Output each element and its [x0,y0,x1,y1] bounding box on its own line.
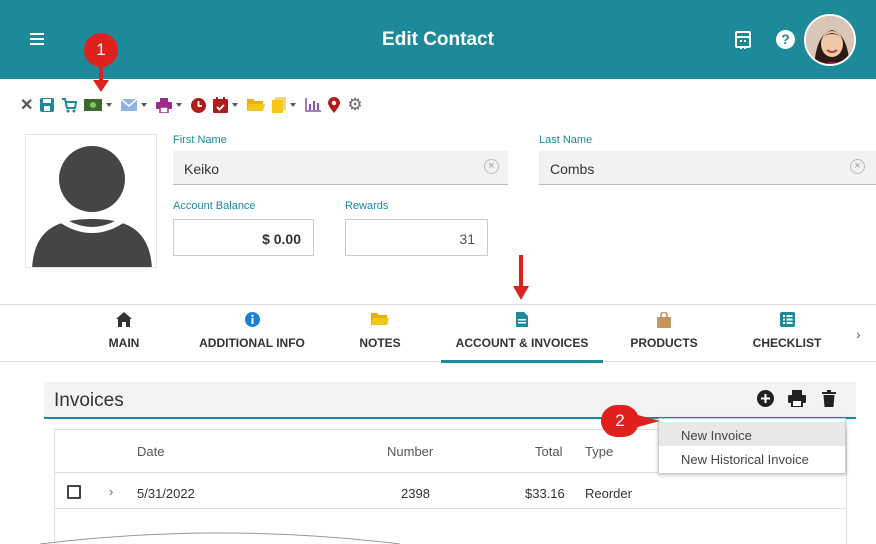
tab-account-invoices[interactable]: ACCOUNT & INVOICES [441,305,603,363]
tab-products[interactable]: PRODUCTS [624,305,704,363]
invoices-title: Invoices [54,390,124,411]
checklist-icon [744,312,830,330]
last-name-label: Last Name [539,134,593,146]
tab-additional-info-label: ADDITIONAL INFO [199,336,305,350]
print-icon[interactable] [156,96,173,114]
tab-checklist-label: CHECKLIST [752,336,822,350]
rewards-label: Rewards [345,200,389,212]
documents-icon[interactable] [272,96,287,114]
map-marker-icon[interactable] [328,96,341,114]
tab-account-invoices-label: ACCOUNT & INVOICES [455,336,589,350]
first-name-field[interactable]: Keiko [173,151,508,185]
col-date[interactable]: Date [137,444,164,459]
info-icon [190,312,314,330]
invoices-header: Invoices [44,382,856,419]
calendar-icon[interactable] [735,31,751,49]
callout-arrow-1 [93,66,109,92]
print-invoices-icon[interactable] [788,390,806,412]
tab-products-label: PRODUCTS [630,336,698,350]
gear-icon[interactable]: ⚙ [347,95,362,114]
email-dropdown-caret[interactable] [141,103,148,107]
tab-notes-label: NOTES [359,336,401,350]
col-type[interactable]: Type [585,444,613,459]
first-name-label: First Name [173,134,227,146]
last-name-clear-icon[interactable]: × [850,159,865,174]
callout-badge-1: 1 [84,33,118,67]
close-icon[interactable]: ✕ [20,96,33,114]
col-number[interactable]: Number [387,444,433,459]
tab-notes[interactable]: NOTES [348,305,412,363]
row-date: 5/31/2022 [137,486,195,501]
new-invoice-menu: New Invoice New Historical Invoice [658,418,846,474]
callout-arrow-tab [513,255,529,300]
add-invoice-icon[interactable] [757,390,774,412]
delete-invoices-icon[interactable] [822,390,836,412]
tabs-next-chevron-icon[interactable]: › [856,326,861,342]
row-total: $33.16 [525,486,565,501]
rewards-field[interactable]: 31 [345,219,488,256]
folder-icon [348,312,412,330]
torn-edge-decoration [40,532,400,544]
table-row[interactable]: › 5/31/2022 2398 $33.16 Reorder [55,473,846,509]
bag-icon [624,311,704,330]
help-icon[interactable]: ? [776,30,795,49]
money-dropdown-caret[interactable] [106,103,113,107]
home-icon [84,312,164,330]
tab-main-label: MAIN [108,336,140,350]
documents-dropdown-caret[interactable] [290,103,297,107]
tab-main[interactable]: MAIN [84,305,164,363]
row-type: Reorder [585,486,632,501]
folder-icon[interactable] [247,96,266,114]
contact-photo[interactable] [25,134,157,268]
col-total[interactable]: Total [535,444,562,459]
account-balance-field: $ 0.00 [173,219,314,256]
user-avatar[interactable] [804,14,856,66]
last-name-field[interactable]: Combs [539,151,876,185]
email-icon[interactable] [121,96,138,114]
cart-icon[interactable] [61,96,78,114]
tab-checklist[interactable]: CHECKLIST [744,305,830,363]
callout-pointer-2 [634,414,660,428]
tabs-bar: MAIN ADDITIONAL INFO NOTES ACCOUNT & INV… [0,304,876,363]
tab-additional-info[interactable]: ADDITIONAL INFO [190,305,314,363]
save-icon[interactable] [40,96,55,114]
chart-icon[interactable] [305,96,322,114]
account-balance-label: Account Balance [173,200,256,212]
calendar-check-icon[interactable] [213,96,229,114]
money-icon[interactable] [84,96,103,114]
contact-toolbar: ✕ ⚙ [20,95,370,114]
first-name-clear-icon[interactable]: × [484,159,499,174]
menu-item-new-historical-invoice[interactable]: New Historical Invoice [659,446,845,470]
row-expand-chevron-icon[interactable]: › [109,484,113,499]
clock-icon[interactable] [191,96,207,114]
file-icon [441,312,603,330]
row-checkbox[interactable] [67,485,81,499]
menu-item-new-invoice[interactable]: New Invoice [659,422,845,446]
row-number: 2398 [401,486,430,501]
calendar-dropdown-caret[interactable] [232,103,239,107]
print-dropdown-caret[interactable] [176,103,183,107]
app-header: Edit Contact ? [0,0,876,79]
